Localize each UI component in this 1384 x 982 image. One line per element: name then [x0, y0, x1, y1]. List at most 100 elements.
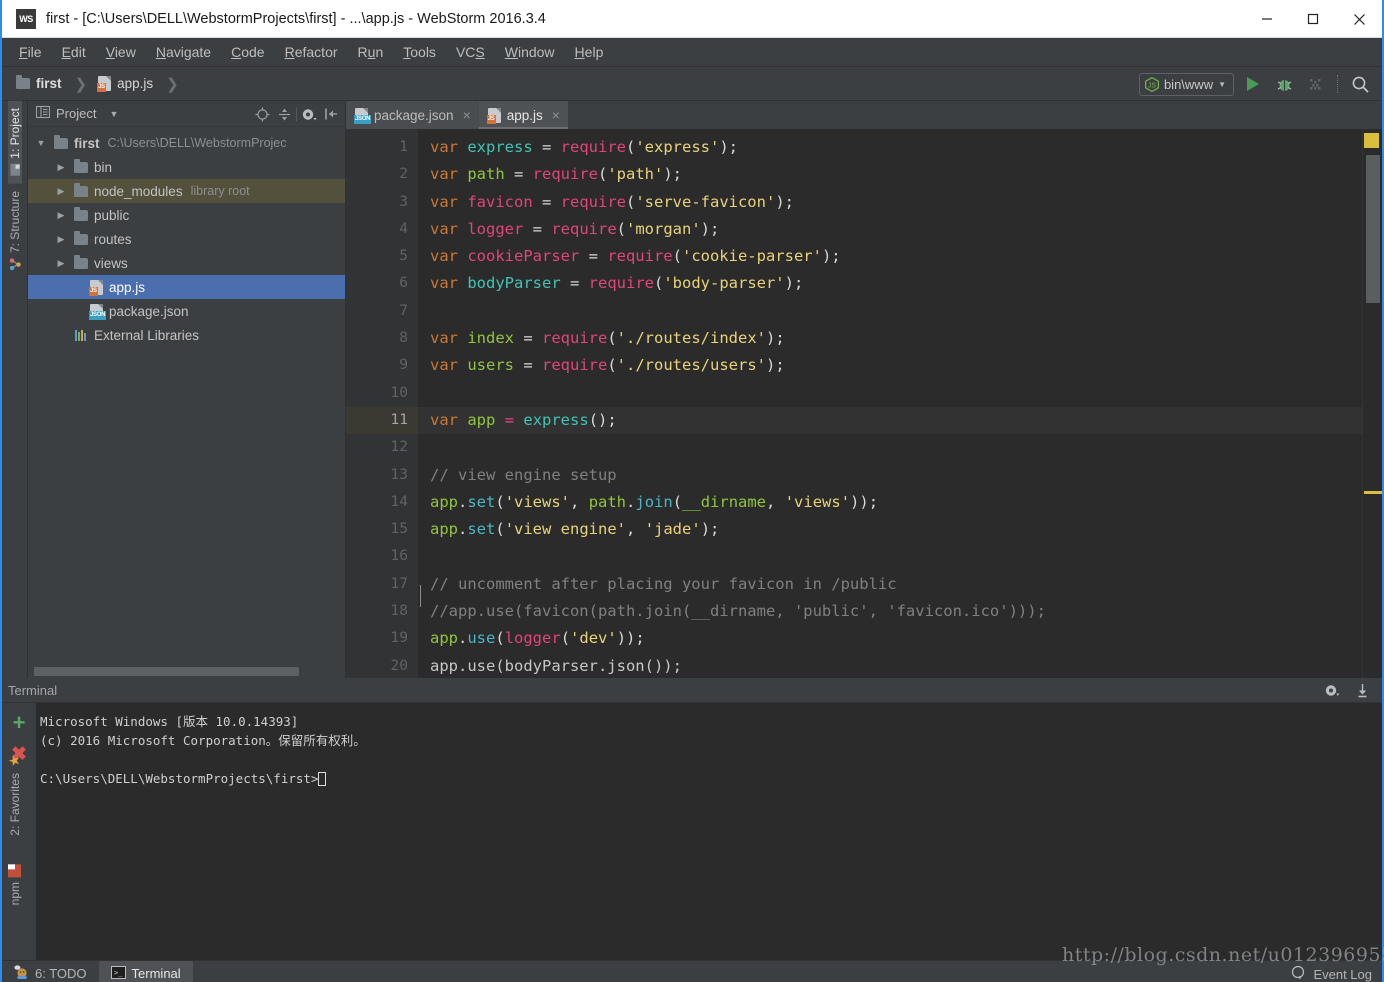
code-line[interactable]: var users = require('./routes/users');: [418, 352, 1362, 379]
coverage-button[interactable]: [1303, 72, 1327, 96]
gutter-line-number[interactable]: 15: [346, 516, 418, 543]
menu-item-code[interactable]: Code: [222, 41, 273, 63]
settings-gear-icon[interactable]: [299, 103, 319, 125]
chevron-right-icon[interactable]: ▶: [54, 258, 68, 269]
minimize-button[interactable]: [1244, 0, 1290, 38]
gutter-line-number[interactable]: 19: [346, 625, 418, 652]
code-line[interactable]: app.set('views', path.join(__dirname, 'v…: [418, 489, 1362, 516]
breadcrumb-item-file[interactable]: app.js: [117, 76, 153, 91]
code-line[interactable]: var app = express();: [418, 406, 1362, 435]
code-line[interactable]: [418, 434, 1362, 461]
code-line[interactable]: app.set('view engine', 'jade');: [418, 516, 1362, 543]
breadcrumb-item-project[interactable]: first: [36, 76, 62, 91]
run-button[interactable]: [1241, 72, 1265, 96]
chevron-right-icon[interactable]: ▶: [54, 162, 68, 173]
sidebar-tab-structure[interactable]: 7: Structure: [8, 184, 22, 278]
tree-item-bin[interactable]: ▶ bin: [28, 155, 345, 179]
menu-item-navigate[interactable]: Navigate: [147, 41, 220, 63]
tree-item-first[interactable]: ▼ first C:\Users\DELL\WebstormProjec: [28, 131, 345, 155]
menu-item-view[interactable]: View: [97, 41, 145, 63]
tree-item-routes[interactable]: ▶ routes: [28, 227, 345, 251]
menu-item-edit[interactable]: Edit: [53, 41, 95, 63]
menu-item-run[interactable]: Run: [349, 41, 393, 63]
sidebar-tab-project[interactable]: 1: Project: [7, 101, 22, 184]
chevron-right-icon[interactable]: ▶: [54, 210, 68, 221]
editor-tab-package-json[interactable]: JSON package.json ×: [346, 101, 479, 129]
chevron-right-icon[interactable]: ▶: [54, 186, 68, 197]
gutter-line-number[interactable]: 11: [346, 406, 418, 435]
gutter-line-number[interactable]: 16: [346, 543, 418, 570]
bottom-tab-todo[interactable]: 6: TODO: [2, 961, 99, 982]
tree-item-views[interactable]: ▶ views: [28, 251, 345, 275]
run-configuration-selector[interactable]: JS bin\www ▼: [1138, 72, 1234, 96]
code-line[interactable]: var favicon = require('serve-favicon');: [418, 189, 1362, 216]
code-line[interactable]: var path = require('path');: [418, 161, 1362, 188]
tree-item-public[interactable]: ▶ public: [28, 203, 345, 227]
code-line[interactable]: [418, 298, 1362, 325]
close-button[interactable]: [1336, 0, 1382, 38]
gutter-line-number[interactable]: 1: [346, 134, 418, 161]
editor-scrollbar-thumb[interactable]: [1366, 155, 1380, 303]
chevron-right-icon[interactable]: ▶: [54, 234, 68, 245]
search-everywhere-button[interactable]: [1348, 72, 1372, 96]
menu-item-vcs[interactable]: VCS: [447, 41, 494, 63]
gutter-line-number[interactable]: 3: [346, 189, 418, 216]
sidebar-tab-favorites[interactable]: 2: Favorites ★: [7, 745, 23, 843]
code-line[interactable]: var express = require('express');: [418, 134, 1362, 161]
code-line[interactable]: −// uncomment after placing your favicon…: [418, 571, 1362, 598]
new-session-button[interactable]: +: [13, 712, 26, 734]
gutter-line-number[interactable]: 10: [346, 380, 418, 407]
hide-panel-icon[interactable]: [321, 103, 341, 125]
bottom-tab-terminal[interactable]: >_ Terminal: [98, 960, 193, 982]
inspection-warning-indicator[interactable]: [1364, 133, 1379, 148]
editor-code[interactable]: var express = require('express'); var pat…: [418, 129, 1362, 678]
scrollbar-thumb[interactable]: [34, 667, 299, 676]
gutter-line-number[interactable]: 20: [346, 653, 418, 678]
chevron-down-icon[interactable]: ▼: [109, 109, 118, 119]
gutter-line-number[interactable]: 7: [346, 298, 418, 325]
close-tab-icon[interactable]: ×: [552, 107, 560, 123]
gutter-line-number[interactable]: 17: [346, 571, 418, 598]
editor-marker-bar[interactable]: [1362, 129, 1382, 678]
chevron-down-icon[interactable]: ▼: [34, 138, 48, 148]
menu-item-refactor[interactable]: Refactor: [276, 41, 347, 63]
code-line[interactable]: [418, 380, 1362, 407]
debug-button[interactable]: [1272, 72, 1296, 96]
editor-gutter[interactable]: 1 2 3 4 5 6 7 8 9 10 11 12 13 14 15 16 17 18 19 20: [346, 129, 418, 678]
locate-icon[interactable]: [252, 103, 272, 125]
tree-item-external-libraries[interactable]: External Libraries: [28, 323, 345, 347]
gutter-line-number[interactable]: 8: [346, 325, 418, 352]
gutter-line-number[interactable]: 5: [346, 243, 418, 270]
code-line[interactable]: var logger = require('morgan');: [418, 216, 1362, 243]
menu-item-help[interactable]: Help: [566, 41, 613, 63]
gutter-line-number[interactable]: 9: [346, 352, 418, 379]
code-line[interactable]: var index = require('./routes/index');: [418, 325, 1362, 352]
tree-item-package-json[interactable]: JSON package.json: [28, 299, 345, 323]
event-log-button[interactable]: Event Log: [1291, 961, 1372, 982]
gutter-line-number[interactable]: 14: [346, 489, 418, 516]
gutter-line-number[interactable]: 18: [346, 598, 418, 625]
gutter-line-number[interactable]: 6: [346, 270, 418, 297]
project-tree-hscrollbar[interactable]: [28, 667, 345, 676]
code-line[interactable]: var cookieParser = require('cookie-parse…: [418, 243, 1362, 270]
close-tab-icon[interactable]: ×: [463, 107, 471, 123]
maximize-button[interactable]: [1290, 0, 1336, 38]
settings-gear-icon[interactable]: [1320, 678, 1344, 702]
collapse-all-icon[interactable]: [274, 103, 294, 125]
project-tree[interactable]: ▼ first C:\Users\DELL\WebstormProjec ▶ bin ▶ n…: [28, 127, 345, 667]
hide-panel-icon[interactable]: [1350, 678, 1374, 702]
code-line[interactable]: −//app.use(favicon(path.join(__dirname, …: [418, 598, 1362, 625]
gutter-line-number[interactable]: 12: [346, 434, 418, 461]
sidebar-tab-npm[interactable]: npm: [8, 857, 22, 912]
code-line[interactable]: var bodyParser = require('body-parser');: [418, 270, 1362, 297]
code-line[interactable]: // view engine setup: [418, 462, 1362, 489]
terminal-output[interactable]: Microsoft Windows [版本 10.0.14393] (c) 201…: [36, 703, 1382, 960]
menu-item-file[interactable]: File: [10, 41, 51, 63]
tree-item-app-js[interactable]: JS app.js: [28, 275, 345, 299]
code-line[interactable]: app.use(logger('dev'));: [418, 625, 1362, 652]
gutter-line-number[interactable]: 4: [346, 216, 418, 243]
code-line[interactable]: [418, 543, 1362, 570]
menu-item-window[interactable]: Window: [496, 41, 564, 63]
tree-item-node-modules[interactable]: ▶ node_modules library root: [28, 179, 345, 203]
code-line[interactable]: app.use(bodyParser.json());: [418, 653, 1362, 678]
